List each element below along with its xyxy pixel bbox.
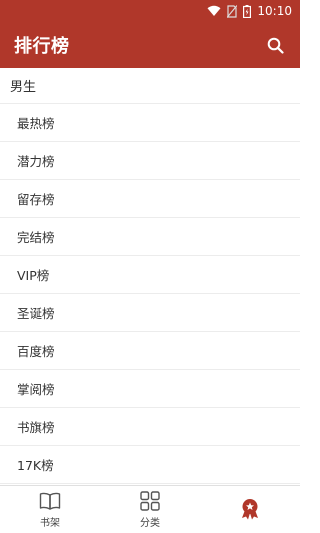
nav-item-ranking[interactable] xyxy=(200,486,300,533)
page-title: 排行榜 xyxy=(14,36,70,57)
status-bar: 10:10 xyxy=(0,0,300,22)
nav-label-bookshelf: 书架 xyxy=(40,518,60,529)
bottom-nav: 书架 分类 xyxy=(0,485,300,533)
nav-item-bookshelf[interactable]: 书架 xyxy=(0,486,100,533)
list-item-retention[interactable]: 留存榜 xyxy=(0,180,300,218)
search-button[interactable] xyxy=(262,32,288,58)
list-item-christmas[interactable]: 圣诞榜 xyxy=(0,294,300,332)
nav-label-category: 分类 xyxy=(140,518,160,529)
list-item-potential[interactable]: 潜力榜 xyxy=(0,142,300,180)
section-header-male: 男生 xyxy=(0,68,300,104)
list-item-zhangyue[interactable]: 掌阅榜 xyxy=(0,370,300,408)
list-item-baidu[interactable]: 百度榜 xyxy=(0,332,300,370)
status-time: 10:10 xyxy=(257,4,292,18)
book-icon xyxy=(39,490,61,512)
no-sim-icon xyxy=(227,4,238,18)
app-bar: 排行榜 xyxy=(0,22,300,68)
search-icon xyxy=(267,37,284,54)
list-item-hottest[interactable]: 最热榜 xyxy=(0,104,300,142)
award-icon xyxy=(239,498,261,520)
list-item-17k[interactable]: 17K榜 xyxy=(0,446,300,484)
ranking-list: 男生 最热榜 潜力榜 留存榜 完结榜 VIP榜 圣诞榜 百度榜 掌阅榜 书旗榜 … xyxy=(0,68,300,485)
list-item-completed[interactable]: 完结榜 xyxy=(0,218,300,256)
grid-icon xyxy=(139,490,161,512)
wifi-icon xyxy=(207,5,221,17)
battery-icon xyxy=(243,4,252,18)
nav-item-category[interactable]: 分类 xyxy=(100,486,200,533)
list-item-vip[interactable]: VIP榜 xyxy=(0,256,300,294)
list-item-shuqi[interactable]: 书旗榜 xyxy=(0,408,300,446)
